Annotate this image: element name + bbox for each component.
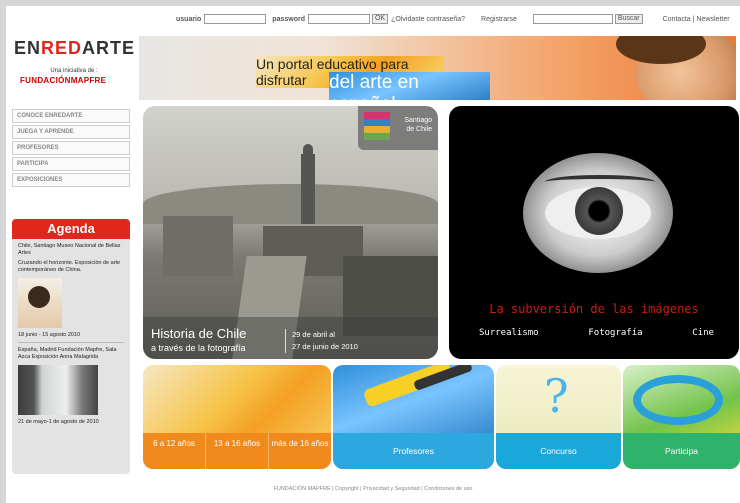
banner-line-2: del arte en español (329, 72, 490, 100)
agenda-title: Agenda (12, 219, 130, 239)
password-input[interactable] (307, 14, 370, 24)
profesores-label: Profesores (392, 446, 435, 456)
question-mark-icon: ? (544, 369, 569, 423)
chile-dates: 29 de abril al 27 de junio de 2010 (285, 329, 358, 353)
chile-subtitle: a través de la fotografía (151, 343, 246, 353)
nav-item-participa[interactable]: PARTICIPA (12, 157, 130, 171)
subversion-links: Surrealismo Fotografía Cine (479, 328, 714, 338)
enredarte-logo[interactable]: ENREDARTE (14, 38, 135, 59)
event2-dates: 21 de mayo-1 de agosto de 2010 (18, 419, 99, 425)
ages-bar: 6 a 12 años 13 a 16 años más de 16 años (143, 433, 331, 469)
search-input[interactable] (532, 14, 613, 24)
usuario-label: usuario (176, 15, 202, 23)
event1-title[interactable]: Cruzando el horizonte. Exposición de art… (12, 260, 130, 274)
contact-link[interactable]: Contacta (663, 16, 691, 23)
participa-tile[interactable]: Participa (623, 365, 740, 469)
age-13-16-button[interactable]: 13 a 16 años (206, 433, 269, 469)
password-label: password (272, 15, 305, 23)
link-fotografia[interactable]: Fotografía (588, 328, 642, 338)
event2-image[interactable] (18, 365, 98, 415)
event2-place[interactable]: España, Madrid Fundación Mapfre, Sala Az… (12, 347, 130, 361)
nav-item-conoce[interactable]: CONOCE ENREDARTE (12, 109, 130, 123)
event1-image[interactable] (18, 278, 62, 328)
page: usuario password OK ¿Olvidaste contraseñ… (6, 6, 740, 503)
nav-item-exposiciones[interactable]: EXPOSICIONES (12, 173, 130, 187)
logo-part-en: EN (14, 38, 42, 58)
subversion-feature[interactable]: La subversión de las imágenes Surrealism… (449, 106, 739, 359)
chile-photo-church-tower (301, 154, 315, 224)
concurso-tile[interactable]: ? Concurso (496, 365, 621, 469)
participa-label: Participa (664, 446, 699, 456)
agenda-divider (18, 342, 124, 343)
register-link[interactable]: Registrarse (481, 16, 517, 23)
mapfre-logo[interactable]: FUNDACIÓNMAPFRE (20, 76, 106, 85)
usuario-input[interactable] (204, 14, 267, 24)
age-6-12-button[interactable]: 6 a 12 años (143, 433, 206, 469)
badge-text-1: Santiago (404, 117, 432, 124)
agenda-panel: Agenda Chile, Santiago Museo Nacional de… (12, 219, 130, 474)
newsletter-link[interactable]: Newsletter (697, 16, 730, 23)
event1-place: Chile, Santiago Museo Nacional de Bellas… (18, 243, 121, 256)
santiago-badge: Santiago de Chile (358, 106, 438, 150)
profesores-bar: Profesores (333, 433, 494, 469)
eye-image (523, 153, 673, 273)
chile-photo-building (163, 216, 233, 276)
forgot-password-link[interactable]: ¿Olvidaste contraseña? (391, 16, 465, 23)
eye-iris (575, 187, 623, 235)
subversion-title: La subversión de las imágenes (489, 302, 699, 316)
ages-tile: 6 a 12 años 13 a 16 años más de 16 años (143, 365, 331, 469)
link-cine[interactable]: Cine (692, 328, 714, 338)
chile-title: Historia de Chile (151, 326, 247, 341)
age-16-plus-button[interactable]: más de 16 años (269, 433, 331, 469)
profesores-tile[interactable]: Profesores (333, 365, 494, 469)
chile-dates-1: 29 de abril al (292, 330, 335, 339)
initiative-label: Una iniciativa de : (50, 68, 98, 74)
chile-feature[interactable]: Santiago de Chile Historia de Chile a tr… (143, 106, 438, 359)
nav-item-profesores[interactable]: PROFESORES (12, 141, 130, 155)
event1-dates: 18 junio - 15 agosto 2010 (18, 332, 81, 338)
logo-part-arte: ARTE (82, 38, 136, 58)
badge-text-2: de Chile (406, 126, 432, 133)
footer-links[interactable]: FUNDACIÓN MAPFRE | Copyright | Privacida… (6, 486, 740, 492)
concurso-label: Concurso (540, 446, 577, 456)
topbar-separator: | (692, 15, 695, 23)
left-nav: CONOCE ENREDARTE JUEGA Y APRENDE PROFESO… (12, 109, 130, 189)
museum-logo-icon (364, 112, 390, 140)
participa-bar: Participa (623, 433, 740, 469)
logo-part-red: RED (41, 38, 83, 58)
link-surrealismo[interactable]: Surrealismo (479, 328, 539, 338)
login-bar: usuario password OK ¿Olvidaste contraseñ… (6, 6, 740, 32)
login-ok-button[interactable]: OK (371, 14, 389, 24)
nav-item-juega[interactable]: JUEGA Y APRENDE (12, 125, 130, 139)
swirl-image (633, 375, 723, 425)
header-banner: Un portal educativo para disfrutar del a… (139, 36, 736, 100)
search-button[interactable]: Buscar (614, 14, 643, 24)
concurso-bar: Concurso (496, 433, 621, 469)
chile-dates-2: 27 de junio de 2010 (292, 342, 358, 351)
